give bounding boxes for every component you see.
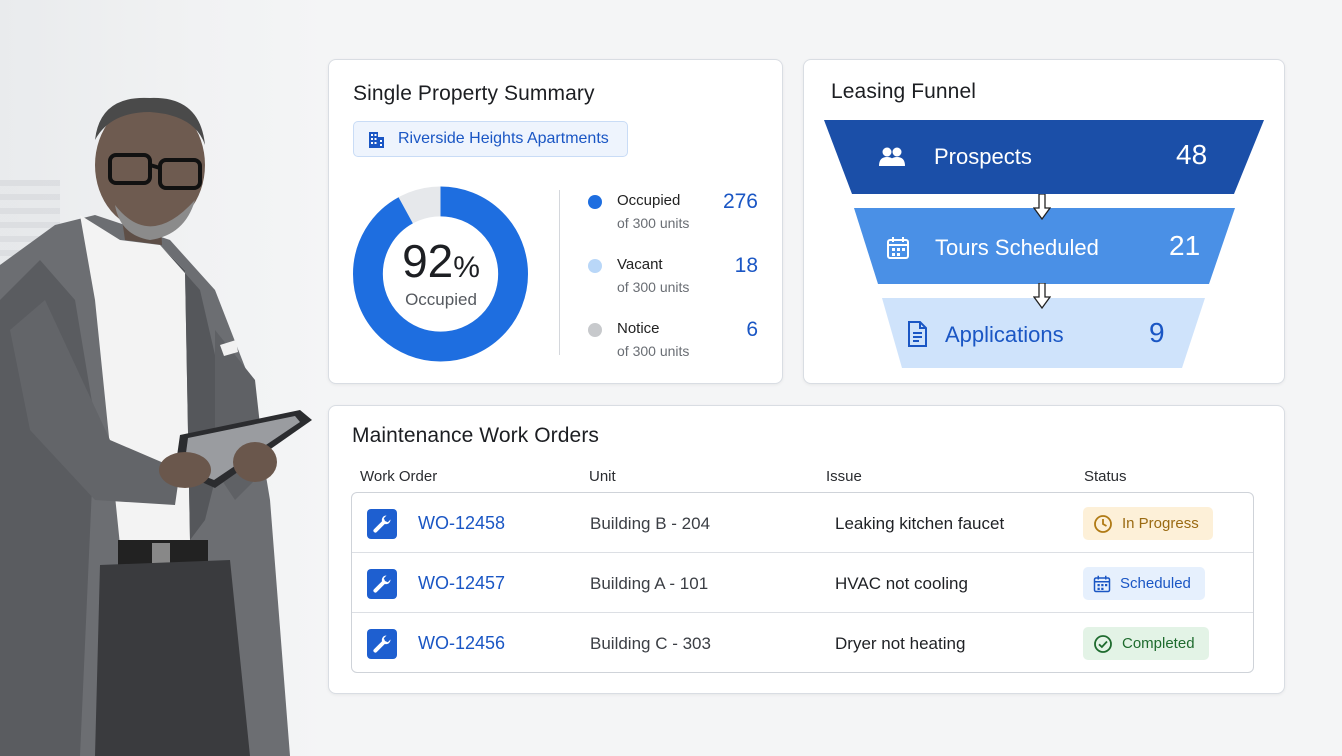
header-work-order: Work Order [360, 468, 438, 485]
people-icon [879, 147, 905, 166]
legend-name: Vacant [617, 256, 663, 273]
table-row[interactable]: WO-12458 Building B - 204 Leaking kitche… [352, 493, 1253, 553]
legend-sub: of 300 units [617, 215, 690, 231]
work-order-id[interactable]: WO-12456 [418, 633, 505, 654]
donut-center-label: 92% Occupied [353, 238, 529, 310]
background-photo [0, 0, 330, 756]
stage-value-prospects: 48 [1176, 139, 1208, 170]
legend-occupied: Occupied of 300 units 276 [588, 190, 758, 240]
maintenance-title: Maintenance Work Orders [352, 424, 600, 447]
maintenance-card: Maintenance Work Orders Work Order Unit … [328, 405, 1285, 694]
legend-sub: of 300 units [617, 343, 690, 359]
wrench-icon [367, 629, 397, 659]
work-order-table: WO-12458 Building B - 204 Leaking kitche… [351, 492, 1254, 673]
stage-value-applications: 9 [1149, 317, 1165, 348]
legend-sub: of 300 units [617, 279, 690, 295]
work-order-id[interactable]: WO-12457 [418, 573, 505, 594]
status-text: Scheduled [1120, 575, 1191, 592]
work-order-unit: Building B - 204 [590, 514, 711, 533]
header-issue: Issue [826, 468, 862, 485]
legend-value: 18 [734, 254, 758, 277]
summary-divider [559, 190, 560, 355]
property-name: Riverside Heights Apartments [398, 130, 609, 147]
header-status: Status [1084, 468, 1127, 485]
legend-name: Occupied [617, 192, 681, 209]
work-order-issue: HVAC not cooling [835, 574, 968, 593]
calendar-icon [887, 237, 909, 259]
property-summary-card: Single Property Summary Riverside Height… [328, 59, 783, 384]
status-badge: Completed [1083, 627, 1209, 660]
arrow-down-icon [1033, 194, 1051, 220]
check-circle-icon [1094, 634, 1112, 653]
document-icon [908, 321, 927, 347]
table-row[interactable]: WO-12457 Building A - 101 HVAC not cooli… [352, 553, 1253, 613]
work-order-issue: Leaking kitchen faucet [835, 514, 1005, 533]
legend-value: 6 [746, 318, 758, 341]
wrench-icon [367, 569, 397, 599]
occupancy-label: Occupied [405, 290, 477, 309]
legend-vacant: Vacant of 300 units 18 [588, 254, 758, 304]
work-order-unit: Building A - 101 [590, 574, 709, 593]
property-summary-title: Single Property Summary [353, 82, 595, 105]
leasing-funnel-card: Leasing Funnel Prospects 48 Tours Schedu… [803, 59, 1285, 384]
header-unit: Unit [589, 468, 616, 485]
stage-label-prospects: Prospects [934, 144, 1032, 169]
table-row[interactable]: WO-12456 Building C - 303 Dryer not heat… [352, 613, 1253, 673]
status-text: In Progress [1122, 515, 1199, 532]
building-icon [369, 132, 384, 148]
legend-notice: Notice of 300 units 6 [588, 318, 758, 368]
legend-value: 276 [722, 190, 758, 213]
status-badge: In Progress [1083, 507, 1213, 540]
occupancy-percent: 92% [402, 235, 480, 287]
vacant-dot [588, 259, 602, 273]
wrench-icon [367, 509, 397, 539]
clock-icon [1094, 514, 1112, 533]
occupied-dot [588, 195, 602, 209]
arrow-down-icon [1033, 283, 1051, 309]
notice-dot [588, 323, 602, 337]
calendar-icon [1093, 575, 1111, 592]
legend-name: Notice [617, 320, 660, 337]
stage-value-tours: 21 [1169, 230, 1201, 261]
work-order-issue: Dryer not heating [835, 634, 966, 653]
work-order-unit: Building C - 303 [590, 634, 711, 653]
property-selector[interactable]: Riverside Heights Apartments [353, 121, 628, 157]
status-badge: Scheduled [1083, 567, 1205, 600]
stage-label-applications: Applications [945, 322, 1064, 347]
status-text: Completed [1122, 635, 1195, 652]
person-with-tablet-illustration [0, 97, 312, 756]
stage-label-tours: Tours Scheduled [935, 235, 1099, 260]
work-order-id[interactable]: WO-12458 [418, 513, 505, 534]
